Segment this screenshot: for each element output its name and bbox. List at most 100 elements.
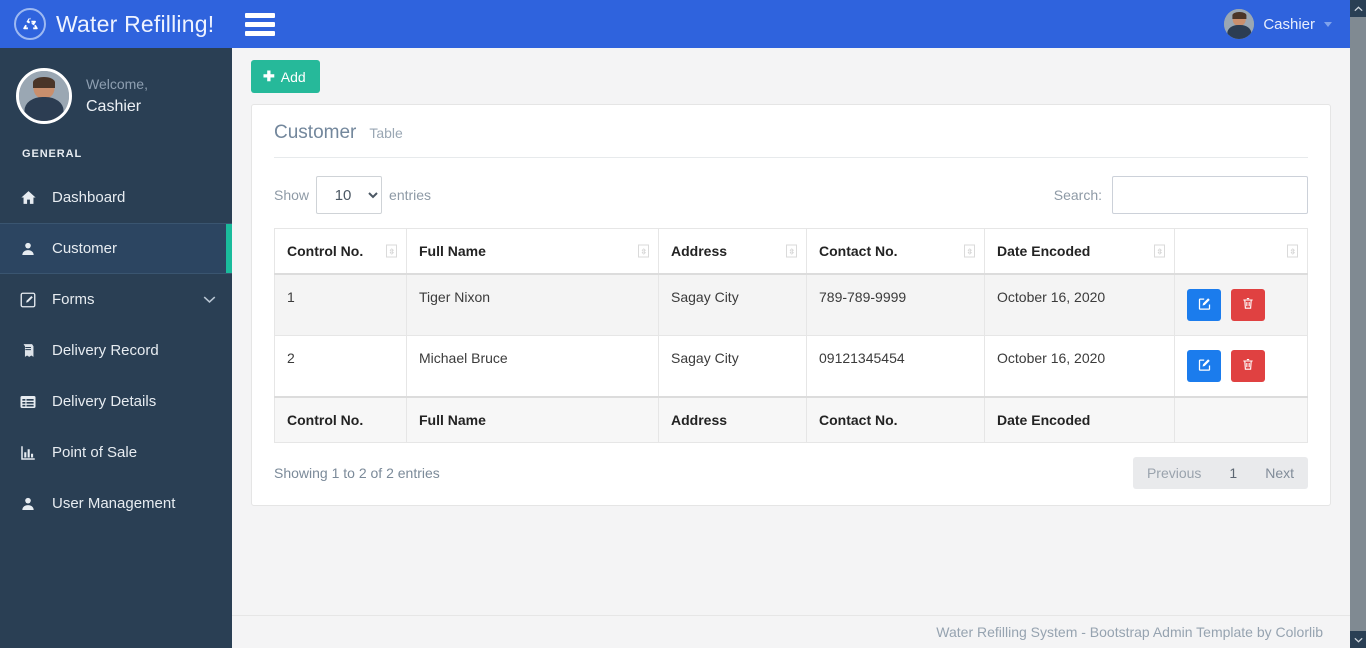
book-icon (18, 342, 38, 359)
column-header-label: Control No. (287, 243, 364, 259)
column-header-full-name[interactable]: Full Name ⇳ (406, 228, 659, 275)
edit-pencil-square-icon (1197, 296, 1212, 315)
navbar-user-menu[interactable]: Cashier (1224, 9, 1350, 39)
footer-contact-no: Contact No. (806, 396, 985, 443)
sort-icon: ⇳ (1154, 244, 1165, 258)
sort-icon: ⇳ (386, 244, 397, 258)
trash-icon (1241, 357, 1255, 376)
footer-full-name: Full Name (406, 396, 659, 443)
hamburger-bar (249, 21, 275, 27)
trash-icon (1241, 296, 1255, 315)
page-title: Customer (274, 122, 357, 143)
sidebar: Welcome, Cashier GENERAL Dashboard Custo… (0, 48, 232, 648)
sidebar-item-customer[interactable]: Customer (0, 223, 232, 274)
delete-button[interactable] (1230, 350, 1265, 382)
column-header-address[interactable]: Address ⇳ (658, 228, 807, 275)
vertical-scrollbar[interactable] (1350, 0, 1366, 648)
edit-button[interactable] (1187, 350, 1221, 382)
brand-title: Water Refilling! (56, 10, 215, 37)
navbar-user-name: Cashier (1263, 15, 1315, 33)
avatar (1224, 9, 1255, 39)
column-header-label: Full Name (419, 243, 486, 259)
hamburger-list-icon[interactable] (246, 11, 276, 37)
search-control: Search: (1054, 176, 1308, 214)
sidebar-item-label: Customer (52, 240, 118, 257)
brand[interactable]: Water Refilling! (0, 0, 232, 48)
sidebar-item-label: Dashboard (52, 189, 126, 206)
footer-address: Address (658, 396, 807, 443)
table-row[interactable]: 1 Tiger Nixon Sagay City 789-789-9999 Oc… (274, 273, 1308, 336)
column-header-date-encoded[interactable]: Date Encoded ⇳ (984, 228, 1175, 275)
cell-control-no: 1 (274, 273, 407, 336)
page-footer: Water Refilling System - Bootstrap Admin… (232, 615, 1350, 648)
datatable-info: Showing 1 to 2 of 2 entries (274, 465, 440, 481)
customer-table: Control No. ⇳ Full Name ⇳ Address ⇳ Cont… (274, 228, 1308, 443)
add-button-label: Add (280, 68, 306, 85)
column-header-contact-no[interactable]: Contact No. ⇳ (806, 228, 985, 275)
table-head: Control No. ⇳ Full Name ⇳ Address ⇳ Cont… (274, 228, 1308, 275)
sidebar-item-label: Delivery Record (52, 342, 159, 359)
table-foot: Control No. Full Name Address Contact No… (274, 396, 1308, 443)
edit-button[interactable] (1187, 289, 1221, 321)
sidebar-item-label: User Management (52, 495, 176, 512)
cell-full-name: Michael Bruce (406, 335, 659, 398)
cell-full-name: Tiger Nixon (406, 273, 659, 336)
column-header-control-no[interactable]: Control No. ⇳ (274, 228, 407, 275)
app-window: Water Refilling! Cashier Welcome, Cashie… (0, 0, 1366, 648)
table-footer-row: Control No. Full Name Address Contact No… (274, 396, 1308, 443)
cell-control-no: 2 (274, 335, 407, 398)
add-button[interactable]: ✚ Add (251, 60, 320, 93)
page-length-select[interactable]: 10 (316, 176, 383, 214)
sidebar-item-forms[interactable]: Forms (0, 274, 232, 325)
cell-contact-no: 789-789-9999 (806, 273, 985, 336)
panel-header: Customer Table (252, 105, 1330, 144)
user-icon (18, 496, 38, 512)
sidebar-item-label: Delivery Details (52, 393, 157, 410)
footer-text: Water Refilling System - Bootstrap Admin… (936, 624, 1323, 640)
page-length-control: Show 10 entries (274, 176, 431, 214)
chevron-down-icon[interactable] (1350, 631, 1366, 648)
cell-date-encoded: October 16, 2020 (984, 273, 1175, 336)
entries-label: entries (389, 187, 432, 203)
edit-square-icon (18, 291, 38, 309)
cell-address: Sagay City (658, 273, 807, 336)
sidebar-item-label: Point of Sale (52, 444, 138, 461)
sidebar-item-user-management[interactable]: User Management (0, 478, 232, 529)
chevron-up-icon[interactable] (1350, 0, 1366, 17)
sidebar-item-delivery-record[interactable]: Delivery Record (0, 325, 232, 376)
page-subtitle: Table (369, 125, 403, 141)
customer-panel: Customer Table Show 10 entries Search: C… (251, 104, 1331, 506)
hamburger-bar (249, 30, 275, 36)
edit-pencil-square-icon (1197, 357, 1212, 376)
sidebar-item-delivery-details[interactable]: Delivery Details (0, 376, 232, 427)
caret-down-icon (1324, 21, 1332, 27)
sort-icon: ⇳ (638, 244, 649, 258)
recycle-icon (14, 8, 46, 40)
delete-button[interactable] (1230, 289, 1265, 321)
avatar (16, 68, 72, 124)
sidebar-item-dashboard[interactable]: Dashboard (0, 172, 232, 223)
show-label: Show (274, 187, 310, 203)
cell-actions (1174, 273, 1308, 336)
pagination-previous[interactable]: Previous (1133, 457, 1215, 489)
sidebar-item-point-of-sale[interactable]: Point of Sale (0, 427, 232, 478)
panel-body: Show 10 entries Search: Control No. ⇳ Fu… (252, 158, 1330, 505)
table-header-row: Control No. ⇳ Full Name ⇳ Address ⇳ Cont… (274, 228, 1308, 275)
cell-address: Sagay City (658, 335, 807, 398)
top-navbar: Water Refilling! Cashier (0, 0, 1350, 48)
home-icon (18, 189, 38, 206)
footer-control-no: Control No. (274, 396, 407, 443)
search-input[interactable] (1112, 176, 1308, 214)
pagination-next[interactable]: Next (1251, 457, 1308, 489)
pagination-page-1[interactable]: 1 (1215, 457, 1251, 489)
datatable-footer: Showing 1 to 2 of 2 entries Previous 1 N… (274, 443, 1308, 489)
cell-date-encoded: October 16, 2020 (984, 335, 1175, 398)
footer-actions (1174, 396, 1308, 443)
column-header-actions[interactable]: ⇳ (1174, 228, 1308, 275)
table-body: 1 Tiger Nixon Sagay City 789-789-9999 Oc… (274, 273, 1308, 398)
table-row[interactable]: 2 Michael Bruce Sagay City 09121345454 O… (274, 335, 1308, 398)
search-label: Search: (1053, 187, 1102, 203)
sidebar-section-general: GENERAL (22, 148, 83, 160)
chevron-down-icon (203, 293, 216, 307)
sort-icon: ⇳ (786, 244, 797, 258)
